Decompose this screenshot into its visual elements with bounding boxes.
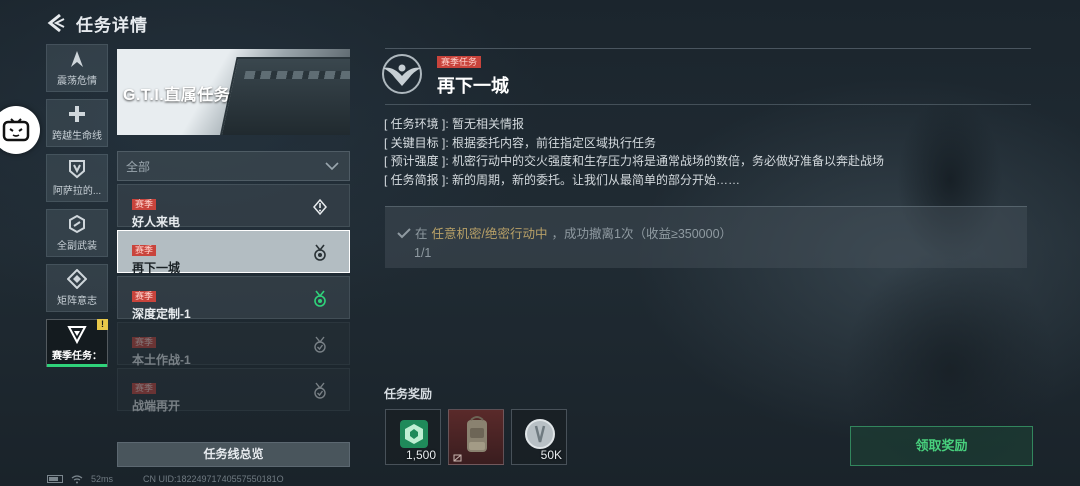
backpack-icon xyxy=(453,416,487,462)
page-header: 任务详情 xyxy=(46,10,148,36)
info-value: 新的周期，新的委托。让我们从最简单的部分开始…… xyxy=(452,172,741,187)
reward-item[interactable]: 50K xyxy=(511,409,567,465)
objective-prefix: 在 xyxy=(415,227,428,241)
alert-badge: ! xyxy=(97,319,108,330)
info-intensity: [ 预计强度 ]: 机密行动中的交火强度和生存压力将是通常战场的数倍，务必做好准… xyxy=(384,152,884,171)
diamond-icon xyxy=(67,269,87,289)
task-title: 再下一城 xyxy=(437,76,509,96)
category-sidebar: 震荡危情 跨越生命线 阿萨拉的... 全副武装 矩阵意志 ! 赛季任务： xyxy=(46,44,108,374)
info-key: [ 预计强度 ]: xyxy=(384,154,449,168)
task-item[interactable]: 赛季 深度定制-1 xyxy=(117,276,350,321)
task-list: 赛季 好人来电 赛季 再下一城 赛季 深度定制-1 赛季 本土作战-1 赛季 战… xyxy=(117,184,350,414)
back-arrow-icon[interactable] xyxy=(46,13,66,33)
task-item[interactable]: 赛季 战端再开 xyxy=(117,368,350,413)
sidebar-item-shockwave[interactable]: 震荡危情 xyxy=(46,44,108,92)
floating-assistant-button[interactable] xyxy=(0,106,40,154)
task-line-banner: G.T.I.直属任务 xyxy=(117,49,350,135)
info-key: [ 关键目标 ]: xyxy=(384,135,449,150)
waypoint-diamond-icon xyxy=(313,198,327,216)
season-tag: 赛季 xyxy=(132,245,157,256)
info-objective: [ 关键目标 ]: 根据委托内容，前往指定区域执行任务 xyxy=(384,134,884,153)
filter-value: 全部 xyxy=(126,159,151,174)
hexagon-icon xyxy=(69,214,85,234)
sidebar-item-asala[interactable]: 阿萨拉的... xyxy=(46,154,108,202)
rewards-label: 任务奖励 xyxy=(384,387,433,401)
task-item[interactable]: 赛季 好人来电 xyxy=(117,184,350,229)
task-info: [ 任务环境 ]: 暂无相关情报 [ 关键目标 ]: 根据委托内容，前往指定区域… xyxy=(384,115,884,189)
medal-completed-icon xyxy=(314,336,326,353)
sidebar-item-season-tasks[interactable]: ! 赛季任务： xyxy=(46,319,108,367)
info-key: [ 任务环境 ]: xyxy=(384,117,449,131)
info-value: 根据委托内容，前往指定区域执行任务 xyxy=(452,135,657,150)
reward-item[interactable] xyxy=(448,409,504,465)
sidebar-item-label: 全副武装 xyxy=(57,241,97,252)
detail-season-tag: 赛季任务 xyxy=(437,56,482,68)
season-tag: 赛季 xyxy=(132,337,157,348)
medal-icon xyxy=(314,244,326,261)
sidebar-item-fully-armed[interactable]: 全副武装 xyxy=(46,209,108,257)
claim-reward-button[interactable]: 领取奖励 xyxy=(850,426,1033,466)
triangle-icon xyxy=(67,326,87,344)
objective-panel: 在任意机密/绝密行动中 ，成功撤离1次（收益≥350000） 1/1 xyxy=(385,206,1027,268)
sidebar-item-label: 跨越生命线 xyxy=(52,131,102,142)
objective-highlight: 任意机密/绝密行动中 xyxy=(431,227,548,241)
objective-suffix: ，成功撤离1次（收益≥350000） xyxy=(551,227,733,241)
task-filter-dropdown[interactable]: 全部 xyxy=(117,151,350,181)
shield-v-icon xyxy=(69,160,85,179)
page-title: 任务详情 xyxy=(76,15,148,35)
sidebar-item-label: 震荡危情 xyxy=(57,76,97,87)
crate-illustration xyxy=(217,57,350,135)
info-key: [ 任务简报 ]: xyxy=(384,172,449,187)
sidebar-item-label: 赛季任务： xyxy=(52,351,102,362)
medal-completed-icon xyxy=(314,382,326,399)
task-item[interactable]: 赛季 本土作战-1 xyxy=(117,322,350,367)
shard-icon xyxy=(71,51,83,67)
battery-icon xyxy=(47,475,63,483)
sidebar-item-label: 矩阵意志 xyxy=(57,296,97,307)
objective-progress: 1/1 xyxy=(414,246,432,260)
reward-item[interactable]: 1,500 xyxy=(385,409,441,465)
tv-face-icon xyxy=(2,118,30,142)
info-environment: [ 任务环境 ]: 暂无相关情报 xyxy=(384,115,884,134)
sidebar-item-label: 阿萨拉的... xyxy=(52,186,102,197)
sidebar-item-matrix-will[interactable]: 矩阵意志 xyxy=(46,264,108,312)
reward-count: 50K xyxy=(540,448,562,462)
season-tag: 赛季 xyxy=(132,199,157,210)
ping-text: 52ms xyxy=(91,474,114,484)
checkmark-icon xyxy=(397,227,411,238)
info-briefing: [ 任务简报 ]: 新的周期，新的委托。让我们从最简单的部分开始…… xyxy=(384,171,884,190)
wifi-icon xyxy=(71,474,83,483)
objective-line: 在任意机密/绝密行动中 ，成功撤离1次（收益≥350000） xyxy=(397,223,732,242)
banner-title: G.T.I.直属任务 xyxy=(123,87,231,104)
sidebar-item-lifeline[interactable]: 跨越生命线 xyxy=(46,99,108,147)
divider xyxy=(385,104,1031,105)
task-line-overview-button[interactable]: 任务线总览 xyxy=(117,442,350,467)
medal-ready-icon xyxy=(314,290,326,307)
eagle-emblem-icon xyxy=(382,54,422,94)
season-tag: 赛季 xyxy=(132,291,157,302)
reward-count: 1,500 xyxy=(405,448,436,462)
season-tag: 赛季 xyxy=(132,383,157,394)
status-bar: 52ms CN UID:18224971740557550181O xyxy=(47,474,284,484)
chevron-down-icon xyxy=(325,162,339,171)
divider xyxy=(385,48,1031,49)
task-item[interactable]: 赛季 再下一城 xyxy=(117,230,350,275)
info-value: 机密行动中的交火强度和生存压力将是通常战场的数倍，务必做好准备以奔赴战场 xyxy=(452,154,885,168)
uid-text: CN UID:18224971740557550181O xyxy=(143,474,284,484)
info-value: 暂无相关情报 xyxy=(452,117,525,131)
cross-icon xyxy=(69,106,85,122)
